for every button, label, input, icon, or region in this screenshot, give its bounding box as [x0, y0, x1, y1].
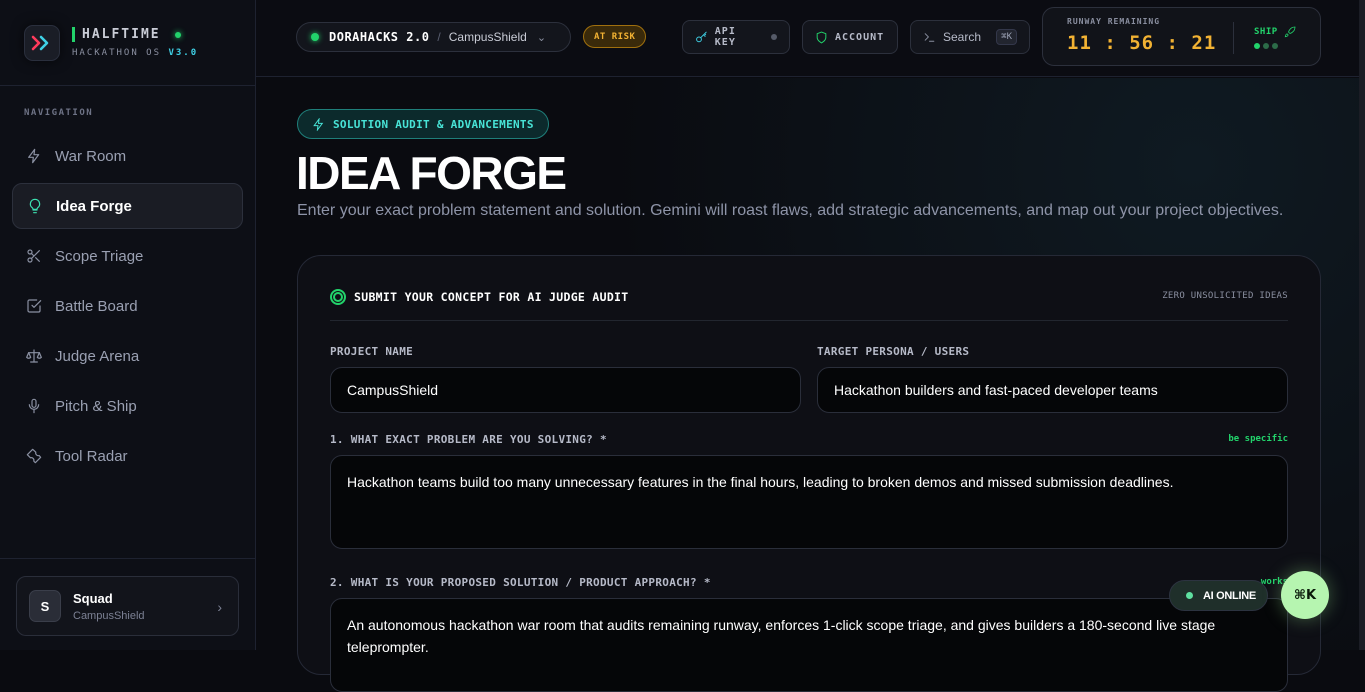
persona-label: TARGET PERSONA / USERS — [817, 345, 970, 358]
avatar: S — [29, 590, 61, 622]
project-switcher[interactable]: DORAHACKS 2.0 / CampusShield ⌄ — [296, 22, 571, 52]
status-dot-icon — [771, 34, 777, 40]
sidebar-item-label: War Room — [55, 147, 127, 165]
wrench-icon — [26, 448, 42, 464]
sidebar-item-tool-radar[interactable]: Tool Radar — [12, 433, 243, 479]
concept-form-card: SUBMIT YOUR CONCEPT FOR AI JUDGE AUDIT Z… — [297, 255, 1321, 692]
checkbox-icon — [27, 299, 42, 313]
bolt-icon — [28, 148, 40, 164]
ship-button[interactable]: SHIP — [1254, 26, 1296, 38]
command-palette-button[interactable]: ⌘K — [1281, 571, 1329, 619]
project-name-label: PROJECT NAME — [330, 345, 414, 358]
lightbulb-icon — [29, 198, 41, 214]
status-dot-icon — [1186, 592, 1193, 599]
sidebar-footer: S Squad CampusShield › — [0, 558, 256, 650]
solution-label: 2. WHAT IS YOUR PROPOSED SOLUTION / PROD… — [330, 576, 711, 589]
section-badge: SOLUTION AUDIT & ADVANCEMENTS — [297, 109, 549, 139]
nav-label: NAVIGATION — [24, 108, 94, 118]
sidebar-item-label: Tool Radar — [55, 447, 128, 465]
bolt-icon — [313, 117, 324, 131]
sidebar-item-label: Scope Triage — [55, 247, 144, 265]
brand-subtitle: HACKATHON OS V3.0 — [72, 48, 199, 58]
terminal-icon — [924, 32, 935, 42]
breadcrumb-separator: / — [437, 30, 441, 44]
scrollbar[interactable] — [1359, 0, 1365, 650]
api-key-button[interactable]: API KEY — [682, 20, 790, 54]
form-note: ZERO UNSOLICITED IDEAS — [1162, 291, 1288, 301]
topbar: DORAHACKS 2.0 / CampusShield ⌄ AT RISK A… — [256, 0, 1365, 77]
microphone-icon — [28, 398, 40, 414]
sidebar-item-pitch-ship[interactable]: Pitch & Ship — [12, 383, 243, 429]
logo-icon[interactable] — [24, 24, 60, 61]
project-name: CampusShield — [448, 30, 527, 44]
shield-icon — [816, 31, 827, 43]
problem-hint: be specific — [1228, 434, 1288, 444]
sidebar-item-label: Pitch & Ship — [55, 397, 137, 415]
chevron-down-icon: ⌄ — [536, 31, 547, 44]
squad-switcher[interactable]: S Squad CampusShield › — [16, 576, 239, 636]
sidebar-item-judge-arena[interactable]: Judge Arena — [12, 333, 243, 379]
ship-progress-dots — [1254, 43, 1278, 49]
runway-label: RUNWAY REMAINING — [1067, 17, 1161, 26]
page-title: IDEA FORGE — [296, 147, 567, 199]
org-name: DORAHACKS 2.0 — [329, 30, 430, 44]
chevron-right-icon: › — [217, 599, 222, 615]
solution-textarea[interactable]: An autonomous hackathon war room that au… — [330, 598, 1288, 692]
runway-timer: RUNWAY REMAINING 11 : 56 : 21 SHIP — [1042, 7, 1321, 66]
brand: HALFTIME HACKATHON OS V3.0 — [0, 0, 255, 86]
sidebar-item-battle-board[interactable]: Battle Board — [12, 283, 243, 329]
problem-textarea[interactable]: Hackathon teams build too many unnecessa… — [330, 455, 1288, 549]
target-icon — [330, 289, 346, 305]
sidebar-nav: War Room Idea Forge Scope Triage Battle … — [12, 133, 243, 483]
squad-name: Squad — [73, 590, 113, 606]
project-name-field[interactable]: CampusShield — [330, 367, 801, 413]
keyboard-shortcut: ⌘K — [996, 29, 1017, 45]
scissors-icon — [27, 249, 40, 263]
page-subtitle: Enter your exact problem statement and s… — [297, 202, 1284, 219]
form-heading: SUBMIT YOUR CONCEPT FOR AI JUDGE AUDIT — [330, 289, 629, 305]
status-dot-icon — [311, 33, 319, 41]
search-button[interactable]: Search ⌘K — [910, 20, 1030, 54]
sidebar-item-idea-forge[interactable]: Idea Forge — [12, 183, 243, 229]
key-icon — [696, 31, 707, 42]
sidebar: HALFTIME HACKATHON OS V3.0 NAVIGATION Wa… — [0, 0, 256, 650]
scale-icon — [26, 349, 42, 363]
brand-title: HALFTIME — [72, 27, 198, 42]
main-content: SOLUTION AUDIT & ADVANCEMENTS IDEA FORGE… — [256, 78, 1359, 692]
status-badge: AT RISK — [583, 25, 647, 48]
sidebar-item-scope-triage[interactable]: Scope Triage — [12, 233, 243, 279]
rocket-icon — [1284, 26, 1296, 38]
sidebar-item-label: Battle Board — [55, 297, 138, 315]
squad-project: CampusShield — [73, 609, 145, 622]
sidebar-item-label: Judge Arena — [55, 347, 140, 365]
account-button[interactable]: ACCOUNT — [802, 20, 898, 54]
status-dot-icon — [174, 31, 181, 38]
runway-time: 11 : 56 : 21 — [1067, 32, 1217, 54]
persona-field[interactable]: Hackathon builders and fast-paced develo… — [817, 367, 1288, 413]
problem-label: 1. WHAT EXACT PROBLEM ARE YOU SOLVING? * — [330, 433, 607, 446]
ai-status-pill[interactable]: AI ONLINE — [1169, 580, 1268, 611]
sidebar-item-label: Idea Forge — [56, 197, 132, 215]
sidebar-item-war-room[interactable]: War Room — [12, 133, 243, 179]
